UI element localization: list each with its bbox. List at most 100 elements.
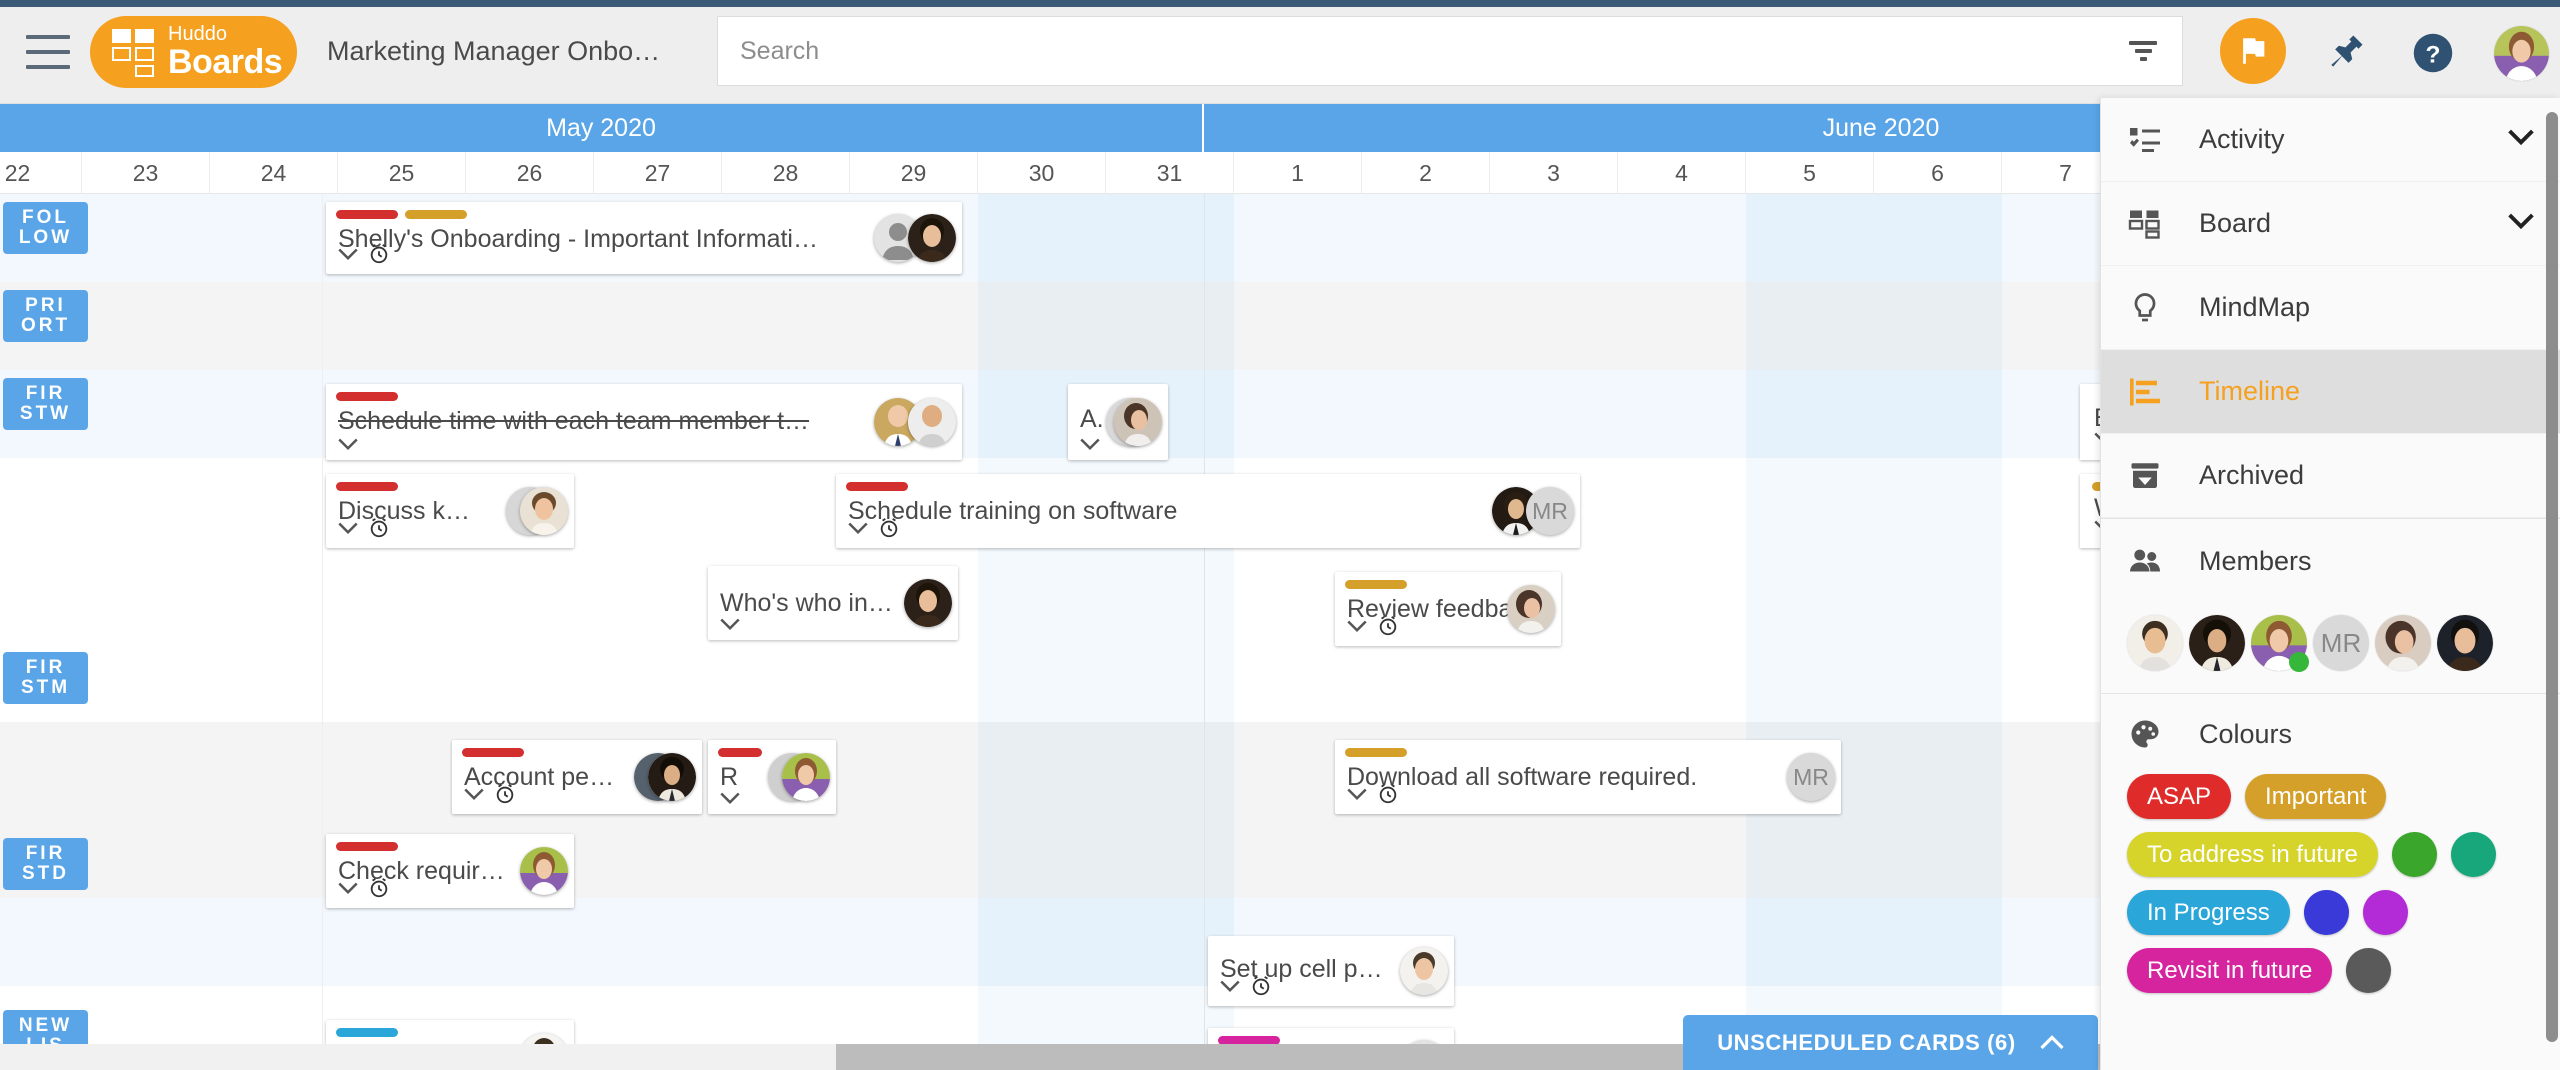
chevron-down-icon[interactable] <box>1080 438 1100 451</box>
sidebar-item-timeline[interactable]: Timeline <box>2101 350 2560 434</box>
logo-bottom-text: Boards <box>168 43 283 81</box>
avatar-initials: MR <box>1532 497 1568 524</box>
avatar <box>648 753 696 801</box>
timeline-card[interactable]: Shelly's Onboarding - Important Informat… <box>326 202 962 274</box>
chevron-down-icon[interactable] <box>720 618 740 631</box>
timeline-card[interactable]: Account pe… <box>452 740 702 814</box>
timeline-card[interactable]: Schedule training on software MR <box>836 474 1580 548</box>
group-chip-firstw[interactable]: FIR STW <box>3 378 88 430</box>
day-cell[interactable]: 27 <box>594 152 722 194</box>
sidebar-item-members[interactable]: Members <box>2101 519 2560 603</box>
sidebar-item-colours[interactable]: Colours <box>2101 694 2560 774</box>
colour-swatch-teal[interactable] <box>2450 832 2496 877</box>
day-cell[interactable]: 25 <box>338 152 466 194</box>
day-cell[interactable]: 3 <box>1490 152 1618 194</box>
timeline-card[interactable]: A. R <box>1068 384 1168 460</box>
help-icon[interactable]: ? <box>2412 32 2454 79</box>
group-chip-priort[interactable]: PRI ORT <box>3 290 88 342</box>
chevron-down-icon[interactable] <box>720 792 740 805</box>
day-cell[interactable]: 23 <box>82 152 210 194</box>
group-chip-firstm[interactable]: FIR STM <box>3 652 88 704</box>
sidebar-item-archived[interactable]: Archived <box>2101 434 2560 518</box>
filter-icon[interactable] <box>2126 37 2160 65</box>
unscheduled-cards-button[interactable]: UNSCHEDULED CARDS (6) <box>1683 1015 2098 1070</box>
palette-icon <box>2127 716 2185 752</box>
colour-label-revisit-in-future[interactable]: Revisit in future <box>2127 948 2333 993</box>
top-bar: Huddo Boards Marketing Manager Onbo… ? <box>0 0 2560 104</box>
hamburger-icon[interactable] <box>26 34 70 69</box>
chevron-down-icon[interactable] <box>338 248 358 261</box>
day-cell[interactable]: 24 <box>210 152 338 194</box>
timeline-card[interactable]: Set up cell p… <box>1208 936 1454 1006</box>
card-labels <box>336 210 467 219</box>
day-cell[interactable]: 31 <box>1106 152 1234 194</box>
day-cell[interactable]: 4 <box>1618 152 1746 194</box>
board-title[interactable]: Marketing Manager Onbo… <box>327 36 660 67</box>
timeline-card[interactable]: Check requir… <box>326 834 574 908</box>
member-avatar[interactable] <box>2375 615 2431 671</box>
member-avatar[interactable]: MR <box>2313 615 2369 671</box>
timeline-card[interactable]: Review feedback <box>1335 572 1561 646</box>
timeline-card[interactable]: Schedule time with each team member t… <box>326 384 962 460</box>
chevron-down-icon[interactable] <box>848 522 868 535</box>
timeline-card[interactable]: Download all software required. MR <box>1335 740 1841 814</box>
chevron-down-icon[interactable] <box>1347 788 1367 801</box>
sidebar-item-board[interactable]: Board <box>2101 182 2560 266</box>
logo-grid-icon <box>112 28 158 77</box>
avatar-initials: MR <box>1793 763 1829 790</box>
search-input[interactable] <box>740 36 2126 66</box>
colour-label-important[interactable]: Important <box>2245 774 2387 819</box>
timeline-card[interactable]: R <box>708 740 836 814</box>
timeline-card[interactable]: Discuss k… <box>326 474 574 548</box>
timeline-card[interactable]: Who's who in… <box>708 566 958 640</box>
colour-swatch-purple[interactable] <box>2362 890 2408 935</box>
avatar: MR <box>1526 487 1574 535</box>
user-avatar[interactable] <box>2494 26 2549 81</box>
card-labels <box>462 748 524 757</box>
pin-icon[interactable] <box>2324 30 2368 79</box>
chevron-up-icon[interactable] <box>2040 1030 2064 1056</box>
group-chip-line1: NEW <box>18 1015 73 1036</box>
day-cell[interactable]: 28 <box>722 152 850 194</box>
chevron-down-icon[interactable] <box>2508 213 2534 235</box>
chevron-down-icon[interactable] <box>2508 129 2534 151</box>
sidebar-item-activity[interactable]: Activity <box>2101 98 2560 182</box>
chevron-down-icon[interactable] <box>1220 980 1240 993</box>
day-cell[interactable]: 22 <box>0 152 82 194</box>
member-avatar[interactable] <box>2189 615 2245 671</box>
chevron-down-icon[interactable] <box>338 522 358 535</box>
colour-label-asap[interactable]: ASAP <box>2127 774 2232 819</box>
card-avatars <box>634 753 696 801</box>
panel-scrollbar[interactable] <box>2546 108 2558 1060</box>
chevron-down-icon[interactable] <box>338 438 358 451</box>
chevron-down-icon[interactable] <box>1347 620 1367 633</box>
flag-icon[interactable] <box>2220 18 2286 84</box>
colour-label-in-progress[interactable]: In Progress <box>2127 890 2290 935</box>
sidebar-item-mindmap[interactable]: MindMap <box>2101 266 2560 350</box>
member-avatar[interactable] <box>2251 615 2309 672</box>
group-chip-follow[interactable]: FOL LOW <box>3 202 88 254</box>
member-avatar[interactable] <box>2437 615 2493 671</box>
chevron-down-icon[interactable] <box>464 788 484 801</box>
scrollbar-thumb[interactable] <box>2546 112 2558 1042</box>
day-cell[interactable]: 26 <box>466 152 594 194</box>
day-cell[interactable]: 1 <box>1234 152 1362 194</box>
member-avatar[interactable] <box>2127 615 2183 671</box>
colour-swatch-blue[interactable] <box>2303 890 2349 935</box>
card-avatars: MR <box>1492 487 1574 535</box>
chevron-down-icon[interactable] <box>338 882 358 895</box>
clock-icon <box>494 783 516 805</box>
colour-labels-list: ASAP Important To address in future In P… <box>2101 774 2560 1022</box>
colour-swatch-green[interactable] <box>2391 832 2437 877</box>
day-cell[interactable]: 2 <box>1362 152 1490 194</box>
colour-swatch-grey[interactable] <box>2346 948 2392 993</box>
group-chip-firstd[interactable]: FIR STD <box>3 838 88 890</box>
app-logo[interactable]: Huddo Boards <box>90 15 297 88</box>
day-cell[interactable]: 6 <box>1874 152 2002 194</box>
colour-label-to-address-in-future[interactable]: To address in future <box>2127 832 2378 877</box>
card-title: Schedule training on software <box>848 497 1178 525</box>
day-cell[interactable]: 5 <box>1746 152 1874 194</box>
day-cell[interactable]: 29 <box>850 152 978 194</box>
day-cell[interactable]: 30 <box>978 152 1106 194</box>
search-box[interactable] <box>717 16 2183 86</box>
